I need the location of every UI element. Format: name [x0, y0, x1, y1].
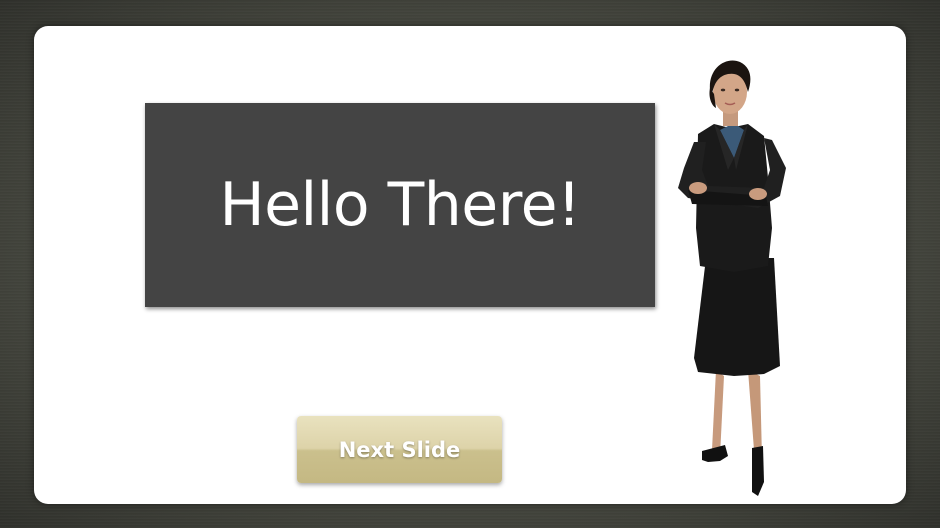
slide-title: Hello There!: [219, 170, 581, 240]
businesswoman-figure: [678, 60, 786, 496]
next-slide-button[interactable]: Next Slide: [297, 416, 502, 483]
next-slide-button-label: Next Slide: [338, 437, 461, 462]
title-banner: Hello There!: [145, 103, 655, 307]
